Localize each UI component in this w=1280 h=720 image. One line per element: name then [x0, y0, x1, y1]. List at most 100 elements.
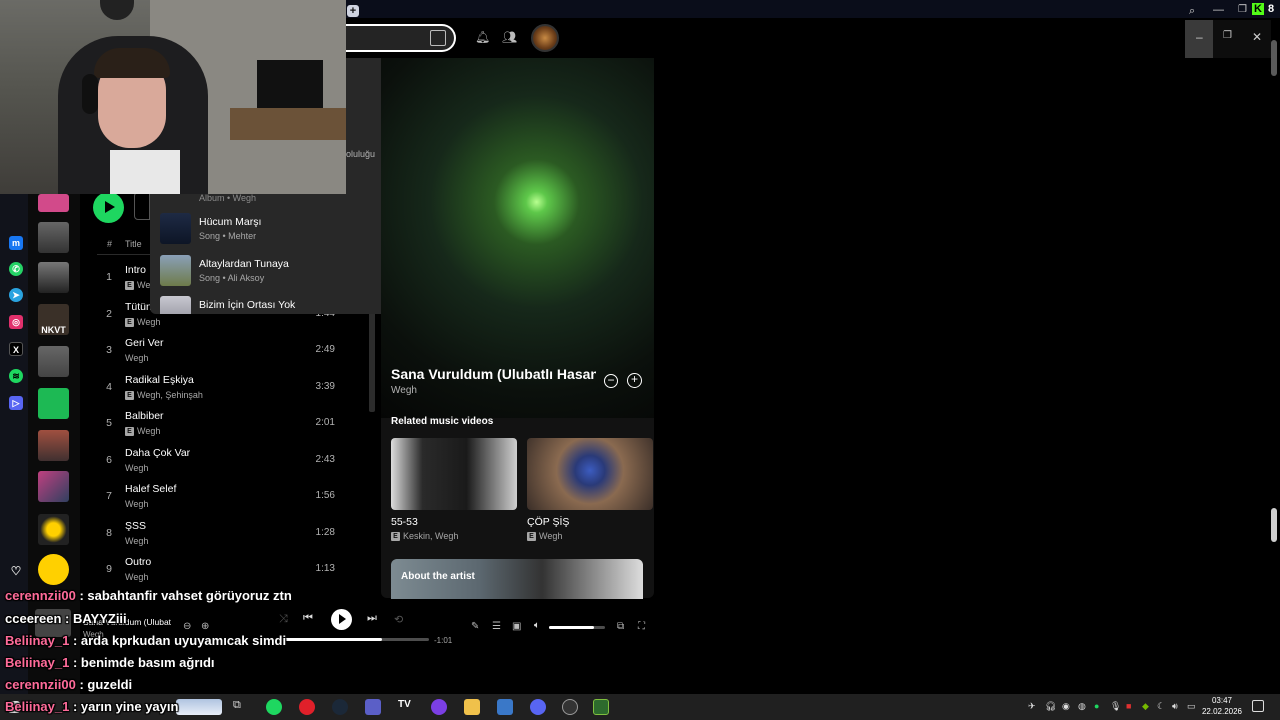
column-header-title[interactable]: Title [125, 239, 142, 249]
search-icon[interactable]: ⌕ [1189, 5, 1195, 18]
new-tab-button[interactable]: + [347, 5, 359, 17]
app-icon[interactable] [497, 699, 513, 715]
tradingview-icon[interactable]: TV [398, 699, 414, 715]
library-item[interactable] [38, 514, 69, 545]
instagram-icon[interactable]: ◎ [9, 315, 23, 329]
track-artist[interactable]: Wegh [125, 536, 148, 546]
opera-icon[interactable] [299, 699, 315, 715]
table-row[interactable]: 5 Balbiber E Wegh 2:01 [97, 406, 357, 442]
library-item[interactable] [38, 554, 69, 585]
queue-icon[interactable]: ☰ [492, 621, 501, 632]
repeat-icon[interactable]: ⟲ [394, 613, 403, 626]
lyrics-icon[interactable]: ✎ [471, 621, 479, 632]
table-row[interactable]: 8 ŞSS Wegh 1:28 [97, 516, 357, 552]
table-row[interactable]: 4 Radikal Eşkiya E Wegh, Şehinşah 3:39 [97, 370, 357, 406]
avatar[interactable] [531, 24, 559, 52]
remove-icon[interactable]: ⊖ [183, 621, 191, 632]
library-item[interactable] [38, 471, 69, 502]
related-video-title[interactable]: 55-53 [391, 516, 418, 528]
music-video[interactable] [381, 58, 654, 418]
related-video-title[interactable]: ÇÖP ŞİŞ [527, 516, 569, 528]
steam-icon[interactable] [332, 699, 348, 715]
track-artist[interactable]: Wegh [125, 463, 148, 473]
spotify-icon[interactable] [266, 699, 282, 715]
table-row[interactable]: 3 Geri Ver Wegh 2:49 [97, 333, 357, 369]
related-artist-name[interactable]: Wegh [539, 531, 562, 541]
library-item[interactable] [38, 194, 69, 212]
table-row[interactable]: 6 Daha Çok Var Wegh 2:43 [97, 443, 357, 479]
teams-icon[interactable] [365, 699, 381, 715]
previous-icon[interactable]: ⏮ [303, 612, 313, 625]
tray-icon[interactable]: ✈ [1028, 701, 1036, 712]
scrollbar-thumb[interactable] [1271, 40, 1277, 76]
tray-icon[interactable]: ☾ [1157, 701, 1165, 712]
folder-icon[interactable] [464, 699, 480, 715]
microphone-icon[interactable]: 🎙︎ [1110, 701, 1121, 712]
nvidia-icon[interactable]: ◆ [1142, 701, 1149, 712]
app-icon[interactable] [593, 699, 609, 715]
task-view-icon[interactable]: ⧉ [233, 699, 249, 715]
whatsapp-icon[interactable]: ✆ [9, 262, 23, 276]
related-video-thumbnail[interactable] [527, 438, 653, 510]
messenger-icon[interactable]: m [9, 236, 23, 250]
related-artist-name[interactable]: Keskin, Wegh [403, 531, 458, 541]
track-artist[interactable]: Wegh [125, 499, 148, 509]
app-icon[interactable]: ▷ [9, 396, 23, 410]
add-icon[interactable]: ⊕ [201, 621, 209, 632]
scrollbar-thumb[interactable] [1271, 508, 1277, 542]
library-item[interactable] [38, 262, 69, 293]
app-icon[interactable] [431, 699, 447, 715]
track-artist-name[interactable]: Wegh, Şehinşah [137, 390, 203, 400]
remove-icon[interactable]: − [604, 374, 618, 388]
track-artist-name[interactable]: Wegh [137, 317, 160, 327]
shuffle-icon[interactable]: ⤨ [279, 613, 288, 626]
related-video-thumbnail[interactable] [391, 438, 517, 510]
library-item[interactable] [38, 430, 69, 461]
track-artist[interactable]: Wegh [125, 572, 148, 582]
fullscreen-icon[interactable]: ⛶ [638, 621, 645, 632]
library-item[interactable] [38, 388, 69, 419]
volume-icon[interactable]: 🔊︎ [1172, 701, 1178, 712]
friends-icon[interactable]: 👥︎ [502, 30, 517, 44]
restore-button[interactable]: ❐ [1223, 30, 1232, 41]
widgets-icon[interactable] [176, 699, 222, 715]
taskbar-clock[interactable]: 03:47 22.02.2026 [1200, 695, 1244, 717]
device-icon[interactable]: ▣ [512, 621, 521, 632]
track-artist-name[interactable]: Wegh [137, 426, 160, 436]
app-icon[interactable] [562, 699, 578, 715]
telegram-icon[interactable]: ➤ [9, 288, 23, 302]
table-row[interactable]: 7 Halef Selef Wegh 1:56 [97, 479, 357, 515]
close-button[interactable]: ✕ [1252, 30, 1262, 44]
library-item[interactable]: NKVT [38, 304, 69, 335]
play-pause-button[interactable] [331, 609, 352, 630]
spotify-icon[interactable]: ≋ [9, 369, 23, 383]
minimize-button[interactable]: – [1196, 30, 1203, 44]
next-icon[interactable]: ⏭ [367, 612, 377, 625]
add-icon[interactable]: + [627, 373, 642, 388]
bell-icon[interactable]: 🔔︎ [475, 30, 490, 44]
x-icon[interactable]: X [9, 342, 23, 356]
network-icon[interactable]: ▭ [1187, 701, 1196, 712]
heart-icon[interactable]: ♡ [9, 564, 23, 578]
headset-icon[interactable]: 🎧︎ [1045, 701, 1056, 712]
notification-icon[interactable] [1252, 700, 1264, 712]
browse-icon[interactable] [430, 30, 446, 46]
tracklist-scrollbar[interactable] [369, 300, 375, 412]
table-row[interactable]: 9 Outro Wegh 1:13 [97, 552, 357, 588]
spotify-tray-icon[interactable]: ● [1094, 701, 1099, 711]
miniplayer-icon[interactable]: ⧉ [617, 621, 624, 632]
steam-tray-icon[interactable]: ◍ [1078, 701, 1086, 712]
tray-icon[interactable]: ◉ [1062, 701, 1070, 712]
library-item[interactable] [38, 222, 69, 253]
discord-icon[interactable] [530, 699, 546, 715]
restore-icon[interactable]: ❐ [1238, 4, 1247, 15]
play-button[interactable] [93, 192, 124, 223]
library-item[interactable] [38, 346, 69, 377]
track-artist-name[interactable]: We [137, 280, 150, 290]
tray-icon[interactable]: ■ [1126, 701, 1131, 711]
volume-icon[interactable]: 🔈︎ [534, 620, 540, 631]
shuffle-button[interactable] [134, 192, 150, 220]
now-playing-artist[interactable]: Wegh [391, 385, 417, 396]
minimize-icon[interactable]: — [1213, 4, 1224, 16]
track-artist[interactable]: Wegh [125, 353, 148, 363]
